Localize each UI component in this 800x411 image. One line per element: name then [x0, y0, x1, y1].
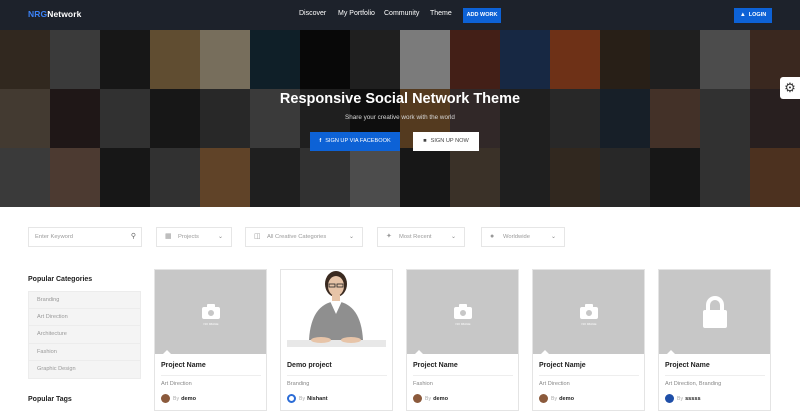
add-work-button[interactable]: ADD WORK: [463, 8, 501, 23]
avatar: [413, 394, 422, 403]
category-item-architecture[interactable]: Architecture: [28, 326, 141, 344]
camera-icon: NO IMAGE: [453, 303, 473, 326]
project-author[interactable]: By demo: [161, 394, 196, 403]
category-filter-value: All Creative Categories: [267, 234, 327, 240]
signup-facebook-button[interactable]: f SIGN UP VIA FACEBOOK: [310, 132, 400, 151]
no-image-label: NO IMAGE: [203, 322, 219, 326]
project-category: Art Direction: [539, 381, 570, 387]
hero-subtitle: Share your creative work with the world: [345, 114, 455, 121]
project-card[interactable]: NO IMAGE Project Name Fashion By demo: [406, 269, 519, 411]
chevron-down-icon: ⌄: [217, 234, 223, 240]
login-label: LOGIN: [748, 12, 767, 18]
type-filter-value: Projects: [178, 234, 199, 240]
project-thumbnail[interactable]: [281, 270, 392, 354]
nav-my-portfolio[interactable]: My Portfolio: [338, 10, 378, 17]
search-icon[interactable]: ⚲: [131, 228, 136, 246]
category-filter-select[interactable]: ◫ All Creative Categories ⌄: [245, 227, 363, 247]
category-list: Branding Art Direction Architecture Fash…: [28, 291, 141, 379]
avatar: [539, 394, 548, 403]
type-filter-select[interactable]: ▦ Projects ⌄: [156, 227, 232, 247]
author-name[interactable]: Nishant: [307, 396, 328, 402]
popular-tags-heading: Popular Tags: [28, 396, 72, 403]
top-navbar: NRGNetwork Discover My Portfolio Communi…: [0, 0, 800, 30]
by-label: By: [677, 395, 684, 402]
folder-icon: ◫: [254, 233, 261, 240]
project-thumbnail[interactable]: [659, 270, 770, 354]
project-card[interactable]: NO IMAGE Project Namje Art Direction By d…: [532, 269, 645, 411]
project-title[interactable]: Demo project: [287, 362, 332, 369]
nav-discover[interactable]: Discover: [299, 10, 339, 17]
category-item-graphic-design[interactable]: Graphic Design: [28, 361, 141, 379]
author-name[interactable]: demo: [433, 396, 448, 402]
avatar: [665, 394, 674, 403]
project-author[interactable]: By demo: [413, 394, 448, 403]
no-image-label: NO IMAGE: [581, 322, 597, 326]
project-card[interactable]: Project Name Art Direction, Branding By s…: [658, 269, 771, 411]
project-card[interactable]: Demo project Branding By Nishant: [280, 269, 393, 411]
signup-now-button[interactable]: ■ SIGN UP NOW: [413, 132, 479, 151]
avatar: [287, 394, 296, 403]
by-label: By: [173, 395, 180, 402]
project-title[interactable]: Project Namje: [539, 362, 586, 369]
project-author[interactable]: By Nishant: [287, 394, 328, 403]
project-thumbnail[interactable]: NO IMAGE: [533, 270, 644, 354]
by-label: By: [551, 395, 558, 402]
grid-icon: ▦: [165, 233, 172, 240]
by-label: By: [299, 395, 306, 402]
sort-filter-value: Most Recent: [399, 234, 432, 240]
author-name[interactable]: sssss: [685, 396, 701, 402]
settings-gear-icon[interactable]: ⚙: [780, 77, 800, 99]
signup-facebook-label: SIGN UP VIA FACEBOOK: [325, 138, 391, 144]
search-input[interactable]: Enter Keyword ⚲: [28, 227, 142, 247]
project-title[interactable]: Project Name: [665, 362, 710, 369]
author-name[interactable]: demo: [559, 396, 574, 402]
chevron-down-icon: ⌄: [450, 234, 456, 240]
by-label: By: [425, 395, 432, 402]
project-title[interactable]: Project Name: [413, 362, 458, 369]
lock-icon: [703, 296, 727, 328]
hero-title: Responsive Social Network Theme: [279, 91, 521, 107]
chevron-down-icon: ⌄: [550, 234, 556, 240]
globe-icon: ●: [490, 233, 495, 240]
sort-filter-select[interactable]: ✦ Most Recent ⌄: [377, 227, 465, 247]
project-category: Branding: [287, 381, 310, 387]
project-category: Fashion: [413, 381, 433, 387]
category-item-fashion[interactable]: Fashion: [28, 343, 141, 361]
project-author[interactable]: By demo: [539, 394, 574, 403]
search-placeholder: Enter Keyword: [35, 234, 74, 240]
no-image-label: NO IMAGE: [455, 322, 471, 326]
project-title[interactable]: Project Name: [161, 362, 206, 369]
project-thumbnail[interactable]: NO IMAGE: [407, 270, 518, 354]
brand-logo[interactable]: NRGNetwork: [28, 9, 81, 19]
lock-icon: ■: [423, 138, 427, 144]
author-name[interactable]: demo: [181, 396, 196, 402]
user-icon: ▲: [739, 12, 746, 18]
signup-now-label: SIGN UP NOW: [430, 138, 469, 144]
chevron-down-icon: ⌄: [348, 234, 354, 240]
project-category: Art Direction, Branding: [665, 381, 722, 387]
camera-icon: NO IMAGE: [579, 303, 599, 326]
avatar: [161, 394, 170, 403]
camera-icon: NO IMAGE: [201, 303, 221, 326]
hero-banner: Responsive Social Network Theme Share yo…: [0, 30, 800, 207]
category-item-branding[interactable]: Branding: [28, 291, 141, 309]
project-author[interactable]: By sssss: [665, 394, 701, 403]
login-button[interactable]: ▲ LOGIN: [734, 8, 772, 23]
facebook-icon: f: [319, 138, 322, 144]
popular-categories-heading: Popular Categories: [28, 276, 93, 283]
project-thumbnail[interactable]: NO IMAGE: [155, 270, 266, 354]
location-filter-select[interactable]: ● Worldwide ⌄: [481, 227, 565, 247]
project-card[interactable]: NO IMAGE Project Name Art Direction By de…: [154, 269, 267, 411]
location-filter-value: Worldwide: [503, 234, 530, 240]
person-photo: [281, 270, 392, 354]
project-category: Art Direction: [161, 381, 192, 387]
category-item-art-direction[interactable]: Art Direction: [28, 308, 141, 326]
nav-community[interactable]: Community: [384, 10, 424, 17]
star-icon: ✦: [386, 233, 392, 240]
